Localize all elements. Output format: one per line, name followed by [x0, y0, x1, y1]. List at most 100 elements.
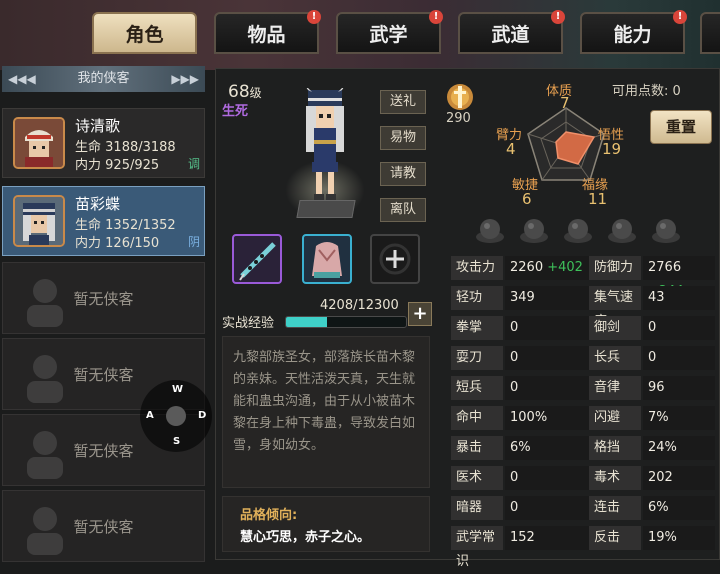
alert-badge-icon: ! — [551, 10, 565, 24]
stat-value: 2766 +244 — [643, 256, 715, 299]
character-status: 生死 — [222, 104, 249, 119]
tab-items[interactable]: 物品! — [214, 10, 321, 54]
tab-more[interactable] — [700, 12, 720, 54]
gem-socket-icon[interactable] — [606, 215, 638, 245]
stat-value: 0 — [643, 316, 715, 340]
stat-label: 拳掌 — [451, 316, 503, 340]
alert-badge-icon: ! — [429, 10, 443, 24]
character-sprite — [306, 88, 344, 200]
stat-label: 武学常识 — [451, 526, 503, 569]
party-member-card-selected[interactable]: 苗彩蝶 生命 1352/1352 内力 126/150 阴 — [2, 186, 205, 256]
stat-label: 长兵 — [589, 346, 641, 370]
stat-value: 0 — [505, 316, 589, 340]
party-member-card[interactable]: 诗清歌 生命 3188/3188 内力 925/925 调 — [2, 108, 205, 178]
gold-value: 290 — [446, 111, 471, 126]
gem-socket-icon[interactable] — [474, 215, 506, 245]
stat-label: 闪避 — [589, 406, 641, 430]
stat-value: 43 — [643, 286, 715, 310]
stat-value: 24% — [643, 436, 715, 460]
stat-value: 349 — [505, 286, 589, 310]
available-points: 可用点数: 0 — [612, 84, 681, 99]
key-a: A — [146, 410, 154, 421]
stat-value: 2260 +402 — [505, 256, 589, 280]
character-level: 68级 — [228, 82, 262, 102]
tab-role[interactable]: 角色 — [92, 12, 197, 54]
stat-label: 御剑 — [589, 316, 641, 340]
gem-socket-icon[interactable] — [518, 215, 550, 245]
stat-label: 音律 — [589, 376, 641, 400]
stat-label: 短兵 — [451, 376, 503, 400]
member-tag: 阴 — [187, 235, 200, 249]
stat-value: 7% — [643, 406, 715, 430]
member-tag: 调 — [187, 157, 200, 171]
empty-slot[interactable]: 暂无侠客 — [2, 262, 205, 334]
stat-value: 152 — [505, 526, 589, 550]
member-name: 诗清歌 — [75, 117, 121, 135]
add-slot-icon — [379, 243, 411, 275]
stat-bonus: +402 — [543, 260, 583, 275]
stat-value: 96 — [643, 376, 715, 400]
gift-button[interactable]: 送礼 — [380, 90, 426, 114]
stat-label: 防御力 — [589, 256, 641, 280]
stat-label: 连击 — [589, 496, 641, 520]
trade-button[interactable]: 易物 — [380, 126, 426, 150]
member-hp: 生命 3188/3188 — [75, 140, 176, 155]
attr-value-insight: 19 — [602, 140, 622, 158]
exp-fill — [286, 317, 328, 327]
robe-icon — [312, 242, 342, 278]
exp-value: 4208/12300 — [320, 298, 399, 313]
alert-badge-icon: ! — [673, 10, 687, 24]
member-mp: 内力 126/150 — [75, 236, 160, 251]
stat-label: 轻功 — [451, 286, 503, 310]
tab-ability[interactable]: 能力! — [580, 10, 687, 54]
armor-slot[interactable] — [302, 234, 352, 284]
member-mp: 内力 925/925 — [75, 158, 160, 173]
silhouette-icon — [27, 507, 63, 555]
stat-value: 0 — [505, 466, 589, 490]
stat-value: 19% — [643, 526, 715, 550]
stat-label: 耍刀 — [451, 346, 503, 370]
character-description: 九黎部族圣女，部落族长苗木黎的亲妹。天性活泼天真，天生就能和蛊虫沟通，由于从小被… — [222, 336, 430, 488]
sword-medal-icon — [447, 84, 473, 110]
stat-value: 202 — [643, 466, 715, 490]
gem-socket-icon[interactable] — [562, 215, 594, 245]
avatar — [13, 195, 65, 247]
leave-party-button[interactable]: 离队 — [380, 198, 426, 222]
party-header: ◀◀◀ 我的侠客 ▶▶▶ — [2, 66, 205, 92]
attribute-pentagon — [527, 107, 605, 181]
reset-button[interactable]: 重置 — [650, 110, 712, 144]
stat-label: 攻击力 — [451, 256, 503, 280]
stat-value: 0 — [505, 346, 589, 370]
accessory-slot[interactable] — [370, 234, 420, 284]
add-exp-button[interactable]: + — [408, 302, 432, 326]
party-title: 我的侠客 — [77, 71, 130, 86]
avatar — [13, 117, 65, 169]
stat-value: 6% — [505, 436, 589, 460]
weapon-slot[interactable] — [232, 234, 282, 284]
joystick-knob[interactable] — [166, 406, 186, 426]
key-s: S — [173, 436, 181, 447]
stat-value: 0 — [505, 496, 589, 520]
trait-text: 慧心巧思，赤子之心。 — [240, 530, 371, 545]
chevrons-right-icon: ▶▶▶ — [171, 72, 199, 86]
learn-button[interactable]: 请教 — [380, 162, 426, 186]
attr-value-luck: 11 — [588, 190, 608, 208]
stat-label: 格挡 — [589, 436, 641, 460]
trait-title: 品格倾向: — [240, 508, 298, 523]
gem-socket-icon[interactable] — [650, 215, 682, 245]
key-w: W — [172, 384, 184, 395]
tab-martial[interactable]: 武学! — [336, 10, 443, 54]
attr-value-strength: 4 — [506, 140, 516, 158]
stat-value: 6% — [643, 496, 715, 520]
empty-slot[interactable]: 暂无侠客 — [2, 490, 205, 562]
alert-badge-icon: ! — [307, 10, 321, 24]
flute-icon — [239, 242, 276, 281]
tab-dao[interactable]: 武道! — [458, 10, 565, 54]
exp-bar — [285, 316, 407, 328]
stat-value: 0 — [643, 346, 715, 370]
stat-label: 反击 — [589, 526, 641, 550]
wasd-joystick[interactable]: W A D S — [140, 380, 212, 452]
stat-label: 命中 — [451, 406, 503, 430]
stat-value: 0 — [505, 376, 589, 400]
silhouette-icon — [27, 431, 63, 479]
